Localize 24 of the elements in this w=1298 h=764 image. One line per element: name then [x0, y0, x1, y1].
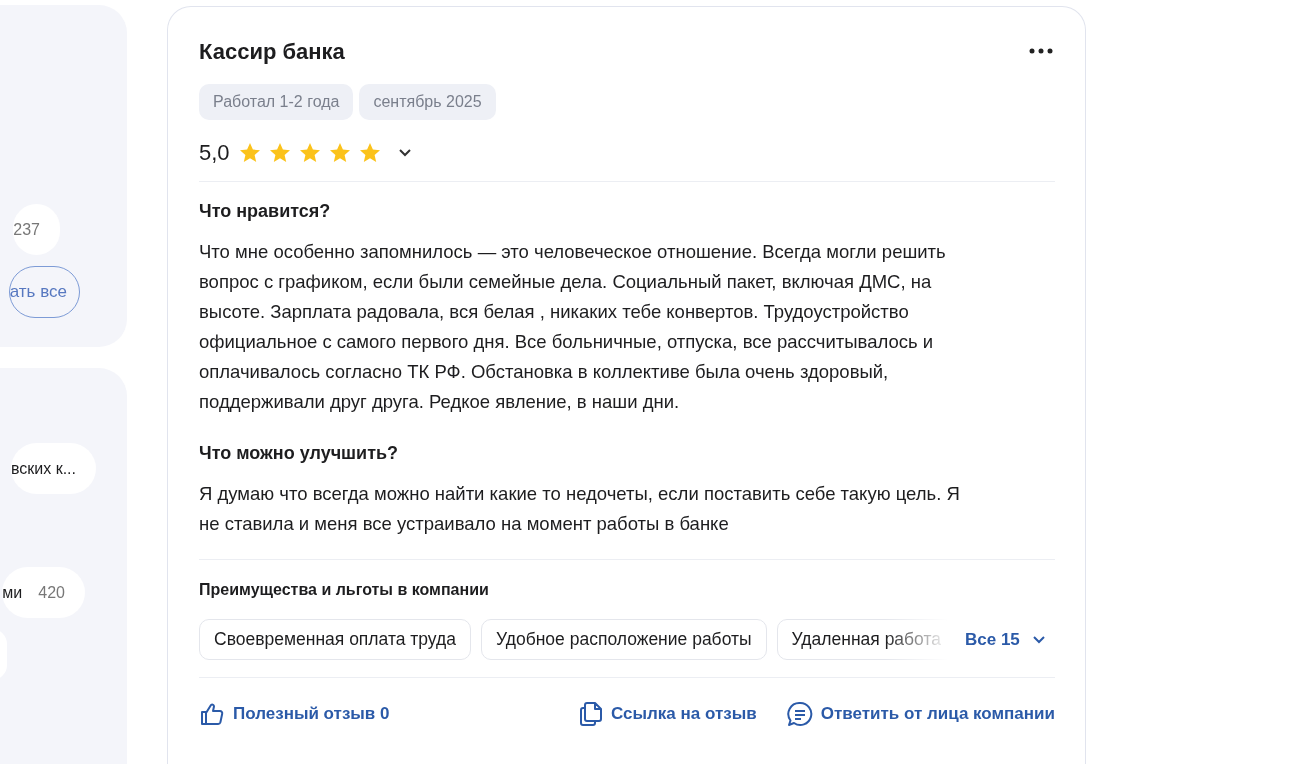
- section-heading: Что можно улучшить?: [199, 443, 400, 464]
- review-title: Кассир банка: [199, 39, 345, 65]
- rating-value: 5,0: [199, 140, 230, 166]
- filter-chip[interactable]: вских к...: [10, 443, 96, 494]
- benefit-chip: Своевременная оплата труда: [199, 619, 471, 660]
- filter-chip[interactable]: ми 420: [2, 567, 85, 618]
- chat-icon: [786, 701, 813, 727]
- review-text: Что мне особенно запомнилось — это человеческое отношение. Всегда могли решить вопрос с графиком, если были семейные дела. Социальный пакет, включая ДМС, на высоте. Зарплата радовала, вся белая , никаких тебе конвертов. Трудоустройство официальное с самого первого дня. Все больничные, отпуска, все рассчитывалось и оплачивалось согласно ТК РФ. Обстановка в коллективе была очень здоровый, поддерживали друг друга. Редкое явление, в наши дни.: [199, 240, 947, 414]
- show-all-benefits-button[interactable]: Все 15: [955, 629, 1046, 650]
- review-text: Я думаю что всегда можно найти какие то недочеты, если поставить себе такую цель. Я не ставила и меня все устраивало на момент работы в банке: [199, 482, 961, 536]
- copy-link-button[interactable]: Ссылка на отзыв: [579, 701, 757, 727]
- chevron-down-icon[interactable]: [397, 148, 412, 158]
- section-heading: Что нравится?: [199, 201, 332, 222]
- helpful-button[interactable]: Полезный отзыв 0: [199, 701, 390, 727]
- benefit-chip: Удобное расположение работы: [481, 619, 767, 660]
- chevron-down-icon: [1031, 634, 1046, 645]
- info-tag: сентябрь 2025: [359, 84, 496, 120]
- more-icon[interactable]: [1027, 46, 1055, 56]
- reply-button[interactable]: Ответить от лица компании: [786, 701, 1055, 727]
- filter-chip[interactable]: 237: [13, 204, 60, 255]
- benefits-heading: Преимущества и льготы в компании: [199, 581, 490, 599]
- info-tag: Работал 1-2 года: [199, 84, 354, 120]
- copy-icon: [579, 701, 604, 727]
- thumbs-up-icon: [199, 701, 225, 727]
